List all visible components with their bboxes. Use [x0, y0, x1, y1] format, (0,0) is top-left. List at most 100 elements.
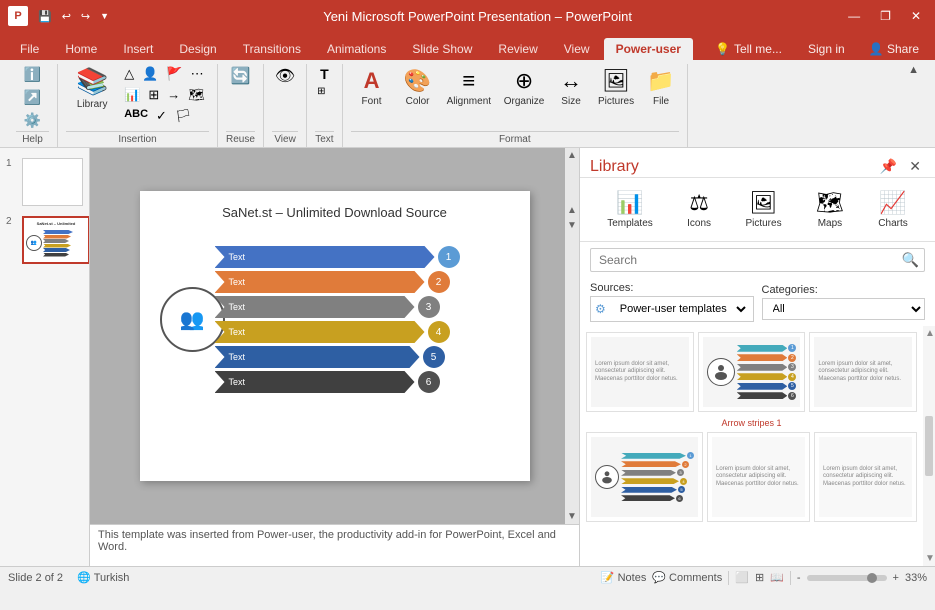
lib-icon-maps[interactable]: 🗺 Maps [808, 186, 852, 233]
lib-scroll-up[interactable]: ▲ [923, 326, 935, 341]
size-button[interactable]: ↔ Size [553, 66, 589, 109]
color-button[interactable]: 🎨 Color [397, 66, 439, 109]
slide-thumb-2[interactable]: 2 SaNet.st – Unlimited 👥 [4, 214, 85, 266]
tab-design[interactable]: Design [167, 38, 228, 60]
zoom-minus-button[interactable]: - [797, 572, 801, 584]
scroll-down2-arrow[interactable]: ▼ [565, 218, 579, 233]
zoom-slider[interactable] [807, 575, 887, 581]
zoom-level[interactable]: 33% [905, 572, 927, 584]
categories-select[interactable]: All [762, 298, 926, 320]
ribbon-group-help: ℹ️ ↗️ ⚙️ Help [8, 64, 58, 147]
insert-spellcheck-button[interactable]: ✓ [153, 106, 170, 126]
close-button[interactable]: ✕ [905, 7, 927, 25]
insert-abc-button[interactable]: ABC [121, 106, 151, 126]
arrow-num-2: 2 [428, 271, 450, 293]
lib-template-item-3[interactable]: Lorem ipsum dolor sit amet, consectetur … [809, 332, 917, 412]
tab-animations[interactable]: Animations [315, 38, 398, 60]
arrow-3[interactable]: Text [215, 296, 415, 318]
lib-icon-pictures[interactable]: 🖼 Pictures [737, 186, 789, 233]
pictures-button[interactable]: 🖼 Pictures [593, 66, 639, 109]
insert-shapes-button[interactable]: △ [121, 64, 137, 84]
comments-button[interactable]: 💬 Comments [652, 571, 722, 584]
font-button[interactable]: A Font [351, 66, 393, 109]
view-button[interactable]: 👁 [272, 64, 298, 88]
insert-person-button[interactable]: 👤 [139, 64, 161, 84]
ribbon-group-view: 👁 View [264, 64, 307, 147]
insert-flag2-button[interactable]: 🏳 [172, 106, 195, 126]
tab-home[interactable]: Home [53, 38, 109, 60]
scroll-up2-arrow[interactable]: ▲ [565, 203, 579, 218]
slide-thumb-img-2[interactable]: SaNet.st – Unlimited 👥 [22, 216, 90, 264]
lib-template-item-6[interactable]: Lorem ipsum dolor sit amet, consectetur … [814, 432, 917, 522]
arrow-1[interactable]: Text [215, 246, 435, 268]
lib-scroll-thumb[interactable] [923, 341, 935, 551]
restore-button[interactable]: ❐ [874, 7, 897, 25]
notes-button[interactable]: 📝 Notes [601, 571, 646, 584]
ribbon-collapse-button[interactable]: ▲ [900, 64, 927, 147]
tab-transitions[interactable]: Transitions [231, 38, 313, 60]
search-input[interactable] [590, 248, 925, 272]
insert-more-button[interactable]: ⋯ [188, 64, 207, 84]
scroll-down-arrow[interactable]: ▼ [565, 509, 579, 524]
tab-view[interactable]: View [552, 38, 602, 60]
canvas-scroll[interactable]: SaNet.st – Unlimited Download Source 👥 T… [90, 148, 579, 524]
arrow-num-6: 6 [418, 371, 440, 393]
grid-view-button[interactable]: ⊞ [755, 571, 764, 584]
lib-template-item-1[interactable]: Lorem ipsum dolor sit amet, consectetur … [586, 332, 694, 412]
tab-review[interactable]: Review [486, 38, 549, 60]
help-arrow-button[interactable]: ↗️ [21, 87, 44, 108]
normal-view-button[interactable]: ⬜ [735, 571, 749, 584]
library-button[interactable]: 📚 Library [67, 64, 117, 112]
help-info-button[interactable]: ℹ️ [21, 64, 44, 85]
help-gear-button[interactable]: ⚙️ [21, 110, 44, 131]
tell-me-field[interactable]: 💡 Tell me... [705, 38, 792, 60]
redo-button[interactable]: ↪ [77, 8, 94, 25]
slide-panel: 1 2 SaNet.st – Unlimited 👥 [0, 148, 90, 566]
lib-icon-icons[interactable]: ⚖ Icons [679, 186, 719, 233]
lib-template-item-2[interactable]: 1 2 3 [698, 332, 806, 412]
minimize-button[interactable]: — [842, 7, 866, 25]
save-button[interactable]: 💾 [34, 8, 56, 25]
file-button[interactable]: 📁 File [643, 66, 679, 109]
customize-button[interactable]: ▼ [96, 9, 113, 23]
library-scrollbar[interactable]: ▲ ▼ [923, 326, 935, 566]
insert-table-button[interactable]: ⊞ [145, 85, 162, 105]
vertical-scrollbar[interactable]: ▲ ▲ ▼ ▼ [565, 148, 579, 524]
sources-select[interactable]: Power-user templates [610, 299, 749, 319]
insert-arrow-button[interactable]: → [164, 85, 183, 105]
zoom-plus-button[interactable]: + [893, 572, 899, 584]
scroll-up-arrow[interactable]: ▲ [565, 148, 579, 163]
library-pin-button[interactable]: 📌 [876, 156, 901, 177]
lib-template-item-5[interactable]: Lorem ipsum dolor sit amet, consectetur … [707, 432, 810, 522]
alignment-button[interactable]: ≡ Alignment [443, 66, 495, 109]
arrow-4[interactable]: Text [215, 321, 425, 343]
lib-scroll-down[interactable]: ▼ [923, 551, 935, 566]
tab-slideshow[interactable]: Slide Show [400, 38, 484, 60]
reuse-button[interactable]: 🔄 [227, 64, 253, 88]
reuse-icon: 🔄 [230, 66, 250, 86]
lib-icon-charts[interactable]: 📈 Charts [870, 186, 915, 233]
organize-button[interactable]: ⊕ Organize [499, 66, 549, 109]
icons-icon: ⚖ [689, 190, 709, 216]
search-icon[interactable]: 🔍 [902, 252, 919, 269]
lib-template-item-4[interactable]: 1 2 3 [586, 432, 703, 522]
reading-view-button[interactable]: 📖 [770, 571, 784, 584]
arrow-2[interactable]: Text [215, 271, 425, 293]
tab-poweruser[interactable]: Power-user [604, 38, 693, 60]
text-button[interactable]: T [317, 64, 332, 84]
undo-button[interactable]: ↩ [58, 8, 75, 25]
arrow-5[interactable]: Text [215, 346, 420, 368]
tab-file[interactable]: File [8, 38, 51, 60]
sign-in-button[interactable]: Sign in [800, 38, 853, 60]
slide-thumb-img-1[interactable] [22, 158, 83, 206]
arrow-6[interactable]: Text [215, 371, 415, 393]
share-button[interactable]: 👤 Share [861, 38, 927, 60]
insert-chart-button[interactable]: 📊 [121, 85, 143, 105]
lib-template-img-1: Lorem ipsum dolor sit amet, consectetur … [591, 337, 689, 407]
lib-icon-templates[interactable]: 📊 Templates [599, 186, 661, 233]
insert-flag-button[interactable]: 🚩 [163, 64, 185, 84]
insert-map-button[interactable]: 🗺 [185, 85, 208, 105]
slide-thumb-1[interactable]: 1 [4, 156, 85, 208]
library-close-button[interactable]: ✕ [905, 156, 925, 177]
tab-insert[interactable]: Insert [111, 38, 165, 60]
